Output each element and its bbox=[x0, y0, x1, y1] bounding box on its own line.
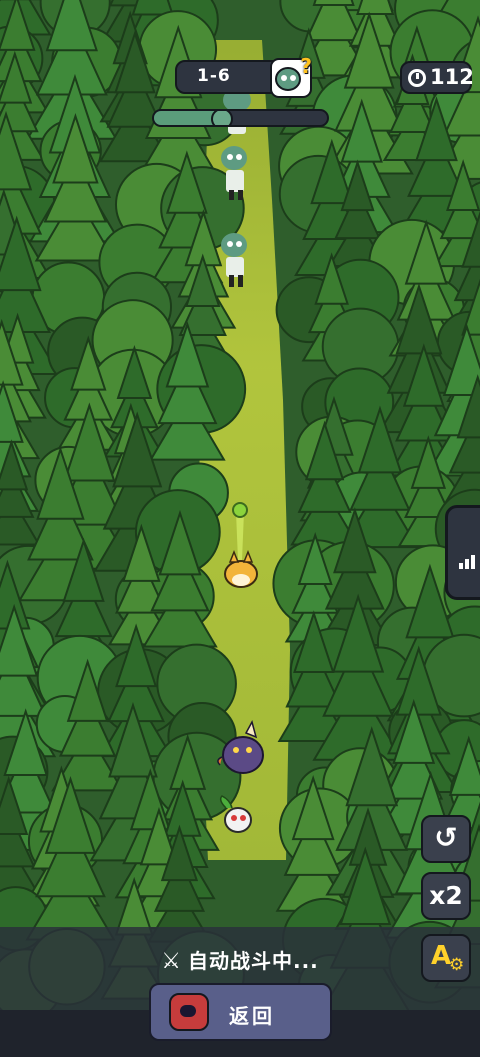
auto-battle-status: ⚔ 自动战斗中... bbox=[0, 945, 480, 974]
signal-bars-icon bbox=[459, 550, 477, 569]
speed-label: x2 bbox=[429, 881, 463, 910]
boss-preview-icon[interactable]: ? bbox=[270, 54, 312, 98]
character-portrait-icon bbox=[169, 993, 209, 1031]
timer-value: 112 bbox=[430, 65, 474, 89]
countdown-timer: 112 bbox=[400, 61, 474, 94]
stats-side-tab[interactable] bbox=[445, 505, 480, 600]
level-indicator: 1-6 ? bbox=[175, 54, 312, 98]
speed-button[interactable]: x2 bbox=[421, 872, 471, 920]
zombie-marker-icon bbox=[210, 111, 233, 125]
restart-icon: ↺ bbox=[434, 821, 458, 854]
battle-scene bbox=[0, 0, 480, 1057]
wave-progress-bar bbox=[152, 109, 329, 127]
back-button[interactable]: 返回 bbox=[149, 983, 332, 1041]
stopwatch-icon bbox=[408, 69, 426, 87]
back-label: 返回 bbox=[229, 1004, 275, 1028]
restart-button[interactable]: ↺ bbox=[421, 815, 471, 863]
question-mark-icon: ? bbox=[300, 54, 312, 78]
crossed-swords-icon: ⚔ bbox=[161, 949, 182, 974]
auto-battle-text: 自动战斗中... bbox=[187, 949, 319, 973]
level-label: 1-6 bbox=[197, 66, 231, 86]
